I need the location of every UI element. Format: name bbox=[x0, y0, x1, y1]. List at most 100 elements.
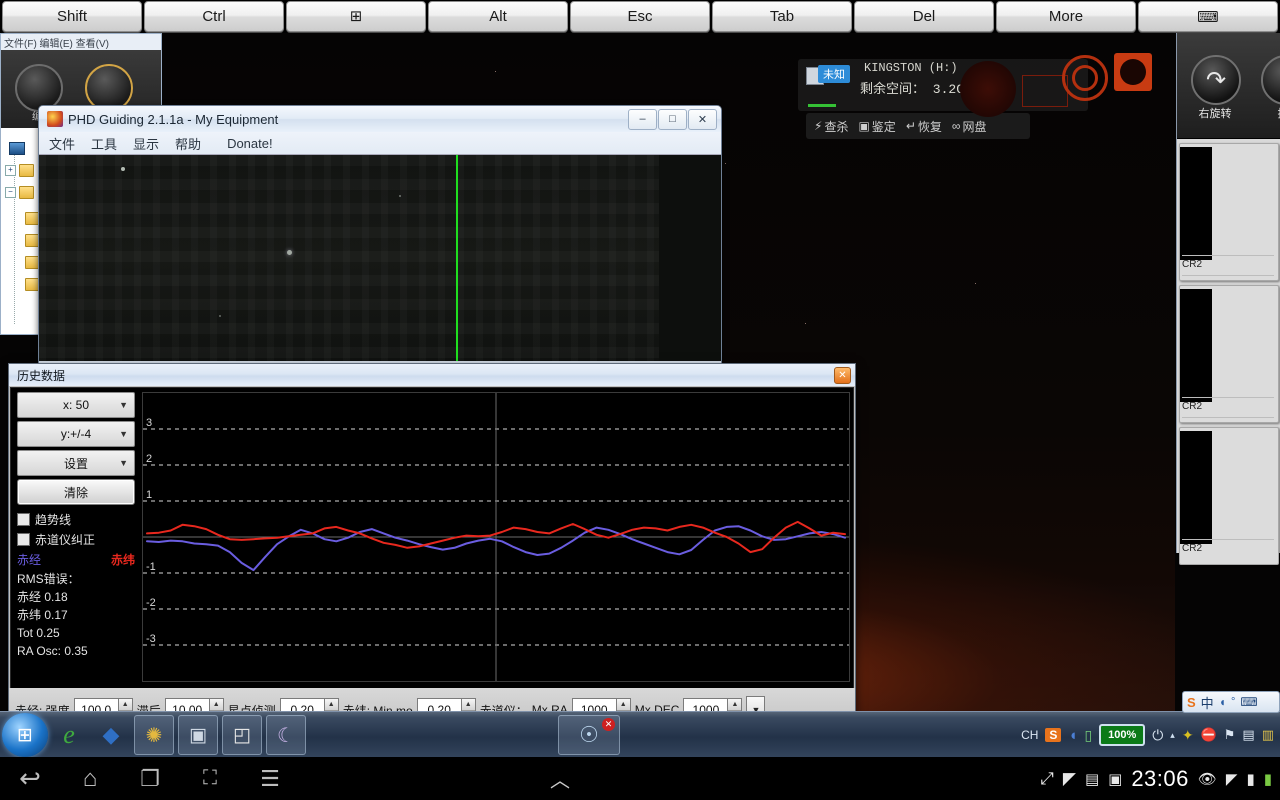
nav-shrink[interactable]: ⛶ bbox=[180, 757, 240, 800]
ime-floating-bar[interactable]: S 中 ◖ ° ⌨ bbox=[1182, 691, 1280, 713]
taskbar-ie[interactable]: e bbox=[50, 716, 88, 754]
image-viewer-window[interactable]: ↷ 右旋转 批 CR2 CR2 CR2 bbox=[1176, 33, 1280, 565]
ra-aggressiveness-input[interactable] bbox=[73, 698, 118, 711]
tree-item-folder-2[interactable]: − bbox=[5, 186, 34, 199]
tray-volume-icon[interactable]: ▥ bbox=[1262, 727, 1274, 743]
phd-minimize-button[interactable]: – bbox=[628, 108, 657, 130]
guide-camera-view[interactable] bbox=[39, 154, 721, 361]
max-ra-stepper[interactable]: ▲ ▼ bbox=[571, 698, 631, 711]
usb-action-cloud[interactable]: ∞ 网盘 bbox=[952, 118, 987, 135]
phd-guiding-window[interactable]: PHD Guiding 2.1.1a - My Equipment – □ ✕ … bbox=[38, 105, 722, 365]
nav-menu[interactable]: ☰ bbox=[240, 757, 300, 800]
star-mass-input[interactable] bbox=[279, 698, 324, 711]
taskbar-active-window[interactable]: ☉ ✕ bbox=[558, 715, 620, 755]
usb-action-identify[interactable]: ▣ 鉴定 bbox=[858, 118, 895, 135]
vkey-ctrl[interactable]: Ctrl bbox=[144, 1, 284, 32]
tray-mute-icon[interactable]: ⛔ bbox=[1201, 727, 1217, 743]
nav-expand[interactable]: ︿ bbox=[530, 757, 590, 800]
close-badge-icon[interactable]: ✕ bbox=[602, 718, 615, 731]
taskbar-computer[interactable]: ▣ bbox=[178, 715, 218, 755]
tree-item-folder-1[interactable]: + bbox=[5, 164, 34, 177]
hysteresis-spin-buttons[interactable]: ▲ ▼ bbox=[208, 698, 224, 711]
ime-keyboard-icon[interactable]: ⌨ bbox=[1240, 695, 1257, 709]
vkey-keyboard-toggle[interactable]: ⌨ bbox=[1138, 1, 1278, 32]
taskbar-stellarium[interactable]: ☾ bbox=[266, 715, 306, 755]
menu-item-view[interactable]: 显示 bbox=[133, 134, 159, 153]
menu-item-donate[interactable]: Donate! bbox=[227, 136, 273, 151]
star-mass-stepper[interactable]: ▲ ▼ bbox=[279, 698, 339, 711]
menu-item-help[interactable]: 帮助 bbox=[175, 134, 201, 153]
thumbnail-card[interactable]: CR2 bbox=[1179, 285, 1279, 423]
vkey-esc[interactable]: Esc bbox=[570, 1, 710, 32]
menu-item-file[interactable]: 文件 bbox=[49, 134, 75, 153]
rotate-right-icon[interactable]: ↷ bbox=[1191, 55, 1241, 105]
tray-show-hidden-icon[interactable]: ▴ bbox=[1170, 730, 1175, 741]
tray-ime-indicator[interactable]: CH bbox=[1021, 728, 1038, 742]
vkey-shift[interactable]: Shift bbox=[2, 1, 142, 32]
vkey-del[interactable]: Del bbox=[854, 1, 994, 32]
tray-sogou-icon[interactable]: S bbox=[1045, 728, 1062, 742]
dec-minmove-stepper[interactable]: ▲ ▼ bbox=[416, 698, 476, 711]
usb-action-scan[interactable]: ⚡ 查杀 bbox=[814, 118, 848, 135]
phd-title-bar[interactable]: PHD Guiding 2.1.1a - My Equipment – □ ✕ bbox=[39, 106, 721, 132]
collapse-icon[interactable]: − bbox=[5, 187, 16, 198]
spin-up-icon[interactable]: ▲ bbox=[324, 699, 338, 711]
y-scale-dropdown[interactable]: y:+/-4 ▼ bbox=[17, 421, 135, 447]
history-data-window[interactable]: 历史数据 ✕ x: 50 ▼ y:+/-4 ▼ 设置 ▼ 清除 趋势线 赤道仪纠… bbox=[8, 363, 856, 711]
clear-button[interactable]: 清除 bbox=[17, 479, 135, 505]
max-dec-input[interactable] bbox=[683, 698, 728, 711]
tray-flag-icon[interactable]: ⚑ bbox=[1224, 727, 1236, 743]
ime-logo-icon[interactable]: S bbox=[1187, 695, 1196, 710]
thumbnail-card[interactable]: CR2 bbox=[1179, 143, 1279, 281]
vkey-windows[interactable]: ⊞ bbox=[286, 1, 426, 32]
history-close-button[interactable]: ✕ bbox=[834, 366, 851, 384]
x-scale-dropdown[interactable]: x: 50 ▼ bbox=[17, 392, 135, 418]
fullscreen-icon[interactable]: ⤢ bbox=[1040, 769, 1054, 789]
vkey-more[interactable]: More bbox=[996, 1, 1136, 32]
ime-chinese-icon[interactable]: 中 bbox=[1201, 693, 1214, 712]
star-mass-spin-buttons[interactable]: ▲ ▼ bbox=[323, 698, 339, 711]
taskbar-browser[interactable]: ◆ bbox=[92, 716, 130, 754]
history-title-bar[interactable]: 历史数据 ✕ bbox=[9, 364, 855, 386]
spin-up-icon[interactable]: ▲ bbox=[461, 699, 475, 711]
tray-clipboard-icon[interactable]: ▤ bbox=[1242, 727, 1254, 743]
spin-up-icon[interactable]: ▲ bbox=[616, 699, 630, 711]
mount-correction-checkbox-row[interactable]: 赤道仪纠正 bbox=[17, 531, 135, 548]
taskbar-phd[interactable]: ✺ bbox=[134, 715, 174, 755]
tray-power-icon[interactable]: ⏻ bbox=[1152, 727, 1163, 744]
mount-correction-checkbox[interactable] bbox=[17, 533, 30, 546]
phd-close-button[interactable]: ✕ bbox=[688, 108, 717, 130]
spin-up-icon[interactable]: ▲ bbox=[209, 699, 223, 711]
vkey-alt[interactable]: Alt bbox=[428, 1, 568, 32]
batch-icon[interactable] bbox=[1261, 55, 1280, 105]
tray-moon-icon[interactable]: ◖ bbox=[1068, 727, 1077, 744]
expand-icon[interactable]: + bbox=[5, 165, 16, 176]
nav-back[interactable]: ↩ bbox=[0, 757, 60, 800]
more-parameters-button[interactable]: ▼ bbox=[746, 696, 766, 711]
max-ra-spin-buttons[interactable]: ▲ ▼ bbox=[615, 698, 631, 711]
editor-menubar[interactable]: 文件(F) 编辑(E) 查看(V) bbox=[1, 34, 161, 50]
max-ra-input[interactable] bbox=[571, 698, 616, 711]
ime-moon-icon[interactable]: ◖ bbox=[1219, 695, 1226, 709]
trendline-checkbox[interactable] bbox=[17, 513, 30, 526]
trendline-checkbox-row[interactable]: 趋势线 bbox=[17, 511, 135, 528]
max-dec-spin-buttons[interactable]: ▲ ▼ bbox=[727, 698, 743, 711]
menu-item-tools[interactable]: 工具 bbox=[91, 134, 117, 153]
ime-punct-icon[interactable]: ° bbox=[1231, 696, 1235, 708]
hysteresis-input[interactable] bbox=[164, 698, 209, 711]
phd-maximize-button[interactable]: □ bbox=[658, 108, 687, 130]
taskbar-viewer[interactable]: ◰ bbox=[222, 715, 262, 755]
spin-up-icon[interactable]: ▲ bbox=[118, 699, 132, 711]
thumbnail-card[interactable]: CR2 bbox=[1179, 427, 1279, 565]
tree-item-computer[interactable] bbox=[9, 142, 25, 155]
max-dec-stepper[interactable]: ▲ ▼ bbox=[683, 698, 743, 711]
ra-aggressiveness-spin-buttons[interactable]: ▲ ▼ bbox=[117, 698, 133, 711]
tray-security-icon[interactable]: ✦ bbox=[1182, 727, 1194, 744]
spin-up-icon[interactable]: ▲ bbox=[728, 699, 742, 711]
nav-recents[interactable]: ❐ bbox=[120, 757, 180, 800]
dec-minmove-spin-buttons[interactable]: ▲ ▼ bbox=[460, 698, 476, 711]
usb-action-restore[interactable]: ↵ 恢复 bbox=[906, 118, 942, 135]
hysteresis-stepper[interactable]: ▲ ▼ bbox=[164, 698, 224, 711]
vkey-tab[interactable]: Tab bbox=[712, 1, 852, 32]
battery-indicator[interactable]: 100% bbox=[1099, 724, 1146, 746]
